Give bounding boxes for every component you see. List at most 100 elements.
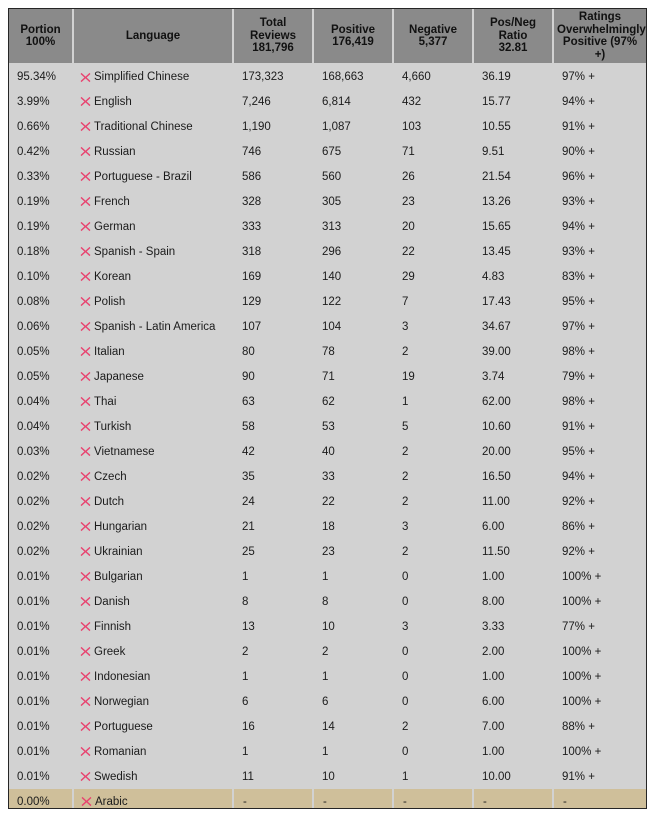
table-row[interactable]: 0.01% Finnish 13 10 3 3.33 77% + (9, 614, 646, 639)
cell-positive: 313 (313, 214, 393, 239)
cell-negative: 23 (393, 189, 473, 214)
cell-portion: 0.02% (9, 464, 73, 489)
table-row[interactable]: 0.19% French 328 305 23 13.26 93% + (9, 189, 646, 214)
table-row[interactable]: 0.02% Czech 35 33 2 16.50 94% + (9, 464, 646, 489)
table-row[interactable]: 0.19% German 333 313 20 15.65 94% + (9, 214, 646, 239)
red-x-icon[interactable] (80, 546, 91, 557)
red-x-icon[interactable] (80, 121, 91, 132)
red-x-icon[interactable] (80, 96, 91, 107)
red-x-icon[interactable] (80, 721, 91, 732)
red-x-icon[interactable] (80, 221, 91, 232)
column-header-negative-sub: 5,377 (418, 36, 448, 48)
red-x-icon[interactable] (80, 696, 91, 707)
red-x-icon[interactable] (80, 146, 91, 157)
cell-language-label: Korean (94, 270, 132, 283)
column-header-negative-title: Negative (409, 23, 457, 36)
red-x-icon[interactable] (80, 521, 91, 532)
table-row[interactable]: 0.03% Vietnamese 42 40 2 20.00 95% + (9, 439, 646, 464)
column-header-total-line1: Total (259, 17, 287, 30)
table-row[interactable]: 0.01% Danish 8 8 0 8.00 100% + (9, 589, 646, 614)
table-row[interactable]: 0.01% Norwegian 6 6 0 6.00 100% + (9, 689, 646, 714)
column-header-total-sub: 181,796 (252, 42, 294, 55)
column-header-portion[interactable]: Portion 100% (9, 9, 74, 65)
cell-ratings: 91% + (553, 414, 646, 439)
cell-pos-neg-ratio: 2.00 (473, 639, 553, 664)
column-header-positive[interactable]: Positive 176,419 (313, 9, 394, 65)
table-row[interactable]: 0.04% Thai 63 62 1 62.00 98% + (9, 389, 646, 414)
red-x-icon[interactable] (80, 446, 91, 457)
table-row[interactable]: 0.05% Japanese 90 71 19 3.74 79% + (9, 364, 646, 389)
column-header-ratings[interactable]: Ratings Overwhelmingly Positive (97% +) (553, 9, 646, 65)
cell-portion: 0.00% (9, 789, 74, 808)
table-row[interactable]: 0.01% Greek 2 2 0 2.00 100% + (9, 639, 646, 664)
red-x-icon[interactable] (80, 571, 91, 582)
table-row[interactable]: 0.10% Korean 169 140 29 4.83 83% + (9, 264, 646, 289)
red-x-icon[interactable] (81, 796, 92, 807)
table-row[interactable]: 0.01% Portuguese 16 14 2 7.00 88% + (9, 714, 646, 739)
cell-language: Polish (73, 289, 233, 314)
table-row[interactable]: 0.06% Spanish - Latin America 107 104 3 34.67… (9, 314, 646, 339)
cell-total-reviews: 16 (233, 714, 313, 739)
column-header-language[interactable]: Language (73, 9, 234, 65)
table-row[interactable]: 0.02% Hungarian 21 18 3 6.00 86% + (9, 514, 646, 539)
cell-total-reviews: 1 (233, 739, 313, 764)
table-row[interactable]: 0.66% Traditional Chinese 1,190 1,087 103 10.… (9, 114, 646, 139)
table-row[interactable]: 0.01% Swedish 11 10 1 10.00 91% + (9, 764, 646, 789)
table-row[interactable]: 0.05% Italian 80 78 2 39.00 98% + (9, 339, 646, 364)
red-x-icon[interactable] (80, 246, 91, 257)
cell-portion: 0.66% (9, 114, 73, 139)
red-x-icon[interactable] (80, 621, 91, 632)
table-row[interactable]: 0.02% Dutch 24 22 2 11.00 92% + (9, 489, 646, 514)
red-x-icon[interactable] (80, 596, 91, 607)
cell-ratings: 100% + (553, 739, 646, 764)
table-row[interactable]: 0.33% Portuguese - Brazil 586 560 26 21.54 96%… (9, 164, 646, 189)
column-header-pos-neg-ratio[interactable]: Pos/Neg Ratio 32.81 (473, 9, 554, 65)
table-row[interactable]: 0.04% Turkish 58 53 5 10.60 91% + (9, 414, 646, 439)
table-row[interactable]: 0.00% Arabic - - - - - (9, 789, 646, 808)
cell-pos-neg-ratio: 11.00 (473, 489, 553, 514)
red-x-icon[interactable] (80, 771, 91, 782)
cell-negative: 3 (393, 514, 473, 539)
table-row[interactable]: 0.01% Bulgarian 1 1 0 1.00 100% + (9, 564, 646, 589)
cell-total-reviews: 746 (233, 139, 313, 164)
red-x-icon[interactable] (80, 296, 91, 307)
table-row[interactable]: 0.42% Russian 746 675 71 9.51 90% + (9, 139, 646, 164)
red-x-icon[interactable] (80, 396, 91, 407)
table-row[interactable]: 0.08% Polish 129 122 7 17.43 95% + (9, 289, 646, 314)
red-x-icon[interactable] (80, 321, 91, 332)
red-x-icon[interactable] (80, 371, 91, 382)
table-row[interactable]: 0.01% Romanian 1 1 0 1.00 100% + (9, 739, 646, 764)
cell-total-reviews: 129 (233, 289, 313, 314)
cell-total-reviews: 2 (233, 639, 313, 664)
red-x-icon[interactable] (80, 421, 91, 432)
red-x-icon[interactable] (80, 496, 91, 507)
red-x-icon[interactable] (80, 646, 91, 657)
column-header-ratings-line2: Overwhelmingly (557, 23, 646, 36)
table-row[interactable]: 95.34% Simplified Chinese 173,323 168,663 4,… (9, 64, 646, 89)
table-row[interactable]: 0.18% Spanish - Spain 318 296 22 13.45 93% + (9, 239, 646, 264)
table-row[interactable]: 0.01% Indonesian 1 1 0 1.00 100% + (9, 664, 646, 689)
table-row[interactable]: 3.99% English 7,246 6,814 432 15.77 94% + (9, 89, 646, 114)
cell-language-label: German (94, 220, 136, 233)
red-x-icon[interactable] (80, 196, 91, 207)
table-row[interactable]: 0.02% Ukrainian 25 23 2 11.50 92% + (9, 539, 646, 564)
red-x-icon[interactable] (80, 671, 91, 682)
column-header-negative[interactable]: Negative 5,377 (393, 9, 474, 65)
cell-positive: 122 (313, 289, 393, 314)
cell-language-label: Portuguese - Brazil (94, 170, 192, 183)
red-x-icon[interactable] (80, 171, 91, 182)
red-x-icon[interactable] (80, 72, 91, 83)
cell-language-label: Turkish (94, 420, 132, 433)
red-x-icon[interactable] (80, 271, 91, 282)
red-x-icon[interactable] (80, 346, 91, 357)
cell-portion: 0.04% (9, 389, 73, 414)
cell-language-label: Romanian (94, 745, 147, 758)
cell-ratings: 91% + (553, 764, 646, 789)
red-x-icon[interactable] (80, 471, 91, 482)
red-x-icon[interactable] (80, 746, 91, 757)
column-header-total-reviews[interactable]: Total Reviews 181,796 (233, 9, 314, 65)
cell-ratings: 92% + (553, 539, 646, 564)
cell-portion: 0.04% (9, 414, 73, 439)
cell-ratings: 98% + (553, 389, 646, 414)
cell-negative: 2 (393, 339, 473, 364)
